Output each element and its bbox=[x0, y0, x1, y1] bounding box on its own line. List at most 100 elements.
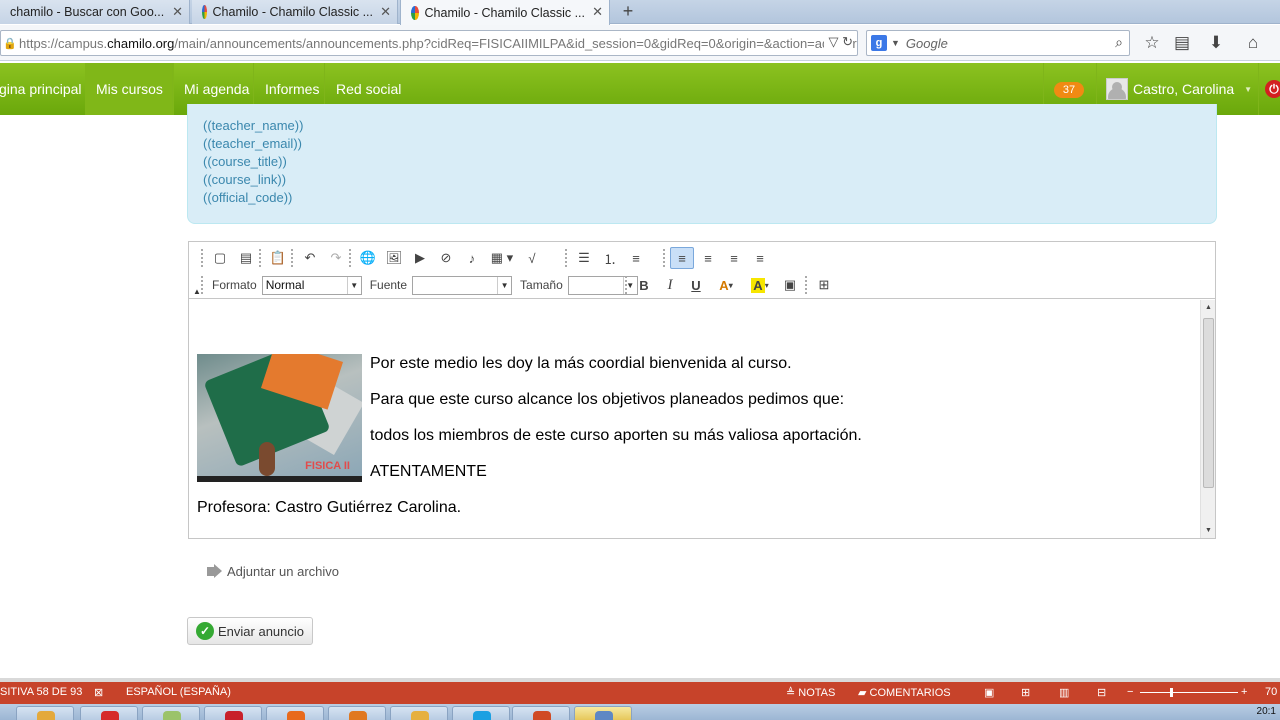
normal-view-icon[interactable]: ▣ bbox=[984, 686, 994, 699]
zoom-level[interactable]: 70 bbox=[1265, 686, 1277, 698]
lock-icon: 🔒 bbox=[3, 38, 17, 50]
toolbar-grip bbox=[291, 249, 295, 267]
attach-file-link[interactable]: Adjuntar un archivo bbox=[207, 563, 339, 579]
flash-icon[interactable]: ⊘ bbox=[434, 247, 458, 269]
notification-badge[interactable]: 37 bbox=[1054, 82, 1084, 98]
chevron-down-icon: ▼ bbox=[497, 276, 511, 294]
browser-tab-2[interactable]: Chamilo - Chamilo Classic ... ✕ bbox=[192, 0, 398, 24]
taskbar-app-notes[interactable] bbox=[142, 706, 200, 720]
taskbar-app-paint[interactable] bbox=[390, 706, 448, 720]
slide-sorter-icon[interactable]: ⊞ bbox=[1021, 686, 1030, 699]
formula-icon[interactable]: √ bbox=[520, 247, 544, 269]
new-tab-button[interactable]: + bbox=[618, 0, 638, 24]
reload-icon[interactable]: ▽ ↻ bbox=[824, 34, 853, 50]
tag-link[interactable]: ((teacher_name)) bbox=[203, 117, 1216, 135]
notes-button[interactable]: ≜ NOTAS bbox=[786, 686, 835, 699]
nav-item-my-courses[interactable]: Mis cursos bbox=[85, 63, 174, 115]
format-select[interactable]: Normal ▼ bbox=[261, 275, 362, 295]
scrollbar-thumb[interactable] bbox=[1203, 318, 1214, 488]
tag-link[interactable]: ((course_title)) bbox=[203, 153, 1216, 171]
comments-button[interactable]: ▰ COMENTARIOS bbox=[858, 686, 951, 699]
italic-icon[interactable]: I bbox=[658, 274, 682, 296]
bookmark-star-icon[interactable]: ☆ bbox=[1142, 33, 1162, 53]
submit-label: Enviar anuncio bbox=[218, 623, 304, 639]
zoom-in-icon[interactable]: + bbox=[1241, 686, 1247, 698]
nav-item-label: Informes bbox=[265, 81, 320, 97]
search-placeholder: Google bbox=[905, 35, 948, 51]
maximize-icon[interactable]: ⊞ bbox=[812, 274, 836, 296]
video-icon[interactable]: ▶ bbox=[408, 247, 432, 269]
toolbar-grip bbox=[805, 276, 809, 294]
tag-link[interactable]: ((official_code)) bbox=[203, 189, 1216, 207]
taskbar-app-explorer[interactable] bbox=[16, 706, 74, 720]
audio-icon[interactable]: ♪ bbox=[460, 247, 484, 269]
send-announcement-button[interactable]: ✓ Enviar anuncio bbox=[187, 617, 313, 645]
tab-title: chamilo - Buscar con Goo... bbox=[10, 5, 165, 19]
image-icon[interactable]: 🖼 bbox=[382, 247, 406, 269]
spellcheck-icon[interactable]: ⊠ bbox=[94, 686, 103, 699]
editor-content[interactable]: FISICA II Por este medio les doy la más … bbox=[189, 300, 1199, 538]
search-input[interactable]: g ▼ Google ⌕ bbox=[866, 30, 1130, 56]
align-left-icon[interactable]: ≡ bbox=[670, 247, 694, 269]
editor-scrollbar[interactable]: ▲ ▼ bbox=[1200, 300, 1215, 538]
slideshow-icon[interactable]: ⊟ bbox=[1097, 686, 1106, 699]
zoom-slider-knob[interactable] bbox=[1170, 688, 1173, 697]
close-icon[interactable]: ✕ bbox=[592, 4, 603, 20]
taskbar-app-powerpoint[interactable] bbox=[512, 706, 570, 720]
home-icon[interactable]: ⌂ bbox=[1243, 33, 1263, 53]
logout-button[interactable]: ⏻ bbox=[1258, 63, 1280, 115]
link-icon[interactable]: 🌐 bbox=[356, 247, 380, 269]
source-icon[interactable]: ▣ bbox=[778, 274, 802, 296]
language-indicator[interactable]: ESPAÑOL (ESPAÑA) bbox=[126, 686, 231, 698]
url-bar[interactable]: 🔒 https://campus. chamilo.org/main/announ… bbox=[0, 30, 858, 56]
toolbar-grip bbox=[259, 249, 263, 267]
undo-icon[interactable]: ↶ bbox=[298, 247, 322, 269]
taskbar-app-acrobat[interactable] bbox=[204, 706, 262, 720]
tag-link[interactable]: ((teacher_email)) bbox=[203, 135, 1216, 153]
search-icon[interactable]: ⌕ bbox=[1115, 34, 1123, 51]
close-icon[interactable]: ✕ bbox=[380, 4, 391, 20]
toolbar-group-document: ▢ ▤ bbox=[201, 246, 260, 270]
redo-icon[interactable]: ↷ bbox=[324, 247, 348, 269]
taskbar-app-youtube[interactable] bbox=[80, 706, 138, 720]
zoom-out-icon[interactable]: − bbox=[1127, 686, 1133, 698]
align-right-icon[interactable]: ≡ bbox=[722, 247, 746, 269]
browser-nav-bar: 🔒 https://campus. chamilo.org/main/announ… bbox=[0, 25, 1280, 61]
taskbar-app-active[interactable] bbox=[574, 706, 632, 720]
bold-icon[interactable]: B bbox=[632, 274, 656, 296]
scroll-down-icon[interactable]: ▼ bbox=[1201, 523, 1216, 538]
download-icon[interactable]: ⬇ bbox=[1206, 33, 1226, 53]
templates-icon[interactable]: ▤ bbox=[234, 247, 258, 269]
taskbar-app-skype[interactable] bbox=[452, 706, 510, 720]
toolbar-group-clipboard: 📋 bbox=[259, 246, 292, 270]
table-icon[interactable]: ▦ ▾ bbox=[486, 247, 518, 269]
browser-tab-3[interactable]: Chamilo - Chamilo Classic ... ✕ bbox=[400, 0, 610, 25]
content-paragraph: Por este medio les doy la más coordial b… bbox=[370, 355, 792, 372]
text-color-icon[interactable]: A ▾ bbox=[710, 274, 742, 296]
course-image: FISICA II bbox=[197, 354, 362, 482]
horizontal-rule-icon[interactable]: ≡ bbox=[624, 247, 648, 269]
taskbar-app-game[interactable] bbox=[328, 706, 386, 720]
chevron-down-icon[interactable]: ▼ bbox=[891, 38, 900, 48]
bullet-list-icon[interactable]: ☰ bbox=[572, 247, 596, 269]
bookmarks-list-icon[interactable]: ▤ bbox=[1172, 33, 1192, 53]
align-center-icon[interactable]: ≡ bbox=[696, 247, 720, 269]
justify-icon[interactable]: ≡ bbox=[748, 247, 772, 269]
zoom-slider[interactable] bbox=[1140, 692, 1238, 693]
browser-tab-1[interactable]: chamilo - Buscar con Goo... ✕ bbox=[0, 0, 190, 24]
numbered-list-icon[interactable]: ⒈ bbox=[598, 247, 622, 269]
paste-icon[interactable]: 📋 bbox=[266, 247, 290, 269]
highlight-color-icon[interactable]: A ▾ bbox=[744, 274, 776, 296]
url-path: /main/announcements/announcements.php?ci… bbox=[174, 35, 858, 51]
font-select[interactable]: ▼ bbox=[412, 275, 513, 295]
tag-link[interactable]: ((course_link)) bbox=[203, 171, 1216, 189]
close-icon[interactable]: ✕ bbox=[172, 4, 183, 20]
scroll-up-icon[interactable]: ▲ bbox=[1201, 300, 1216, 315]
nav-item-label: Red social bbox=[336, 81, 402, 97]
nav-item-home[interactable]: gina principal bbox=[0, 63, 93, 115]
reading-view-icon[interactable]: ▥ bbox=[1059, 686, 1069, 699]
new-page-icon[interactable]: ▢ bbox=[208, 247, 232, 269]
toolbar-collapse-icon[interactable]: ▲ bbox=[193, 287, 201, 296]
underline-icon[interactable]: U bbox=[684, 274, 708, 296]
taskbar-app-firefox[interactable] bbox=[266, 706, 324, 720]
